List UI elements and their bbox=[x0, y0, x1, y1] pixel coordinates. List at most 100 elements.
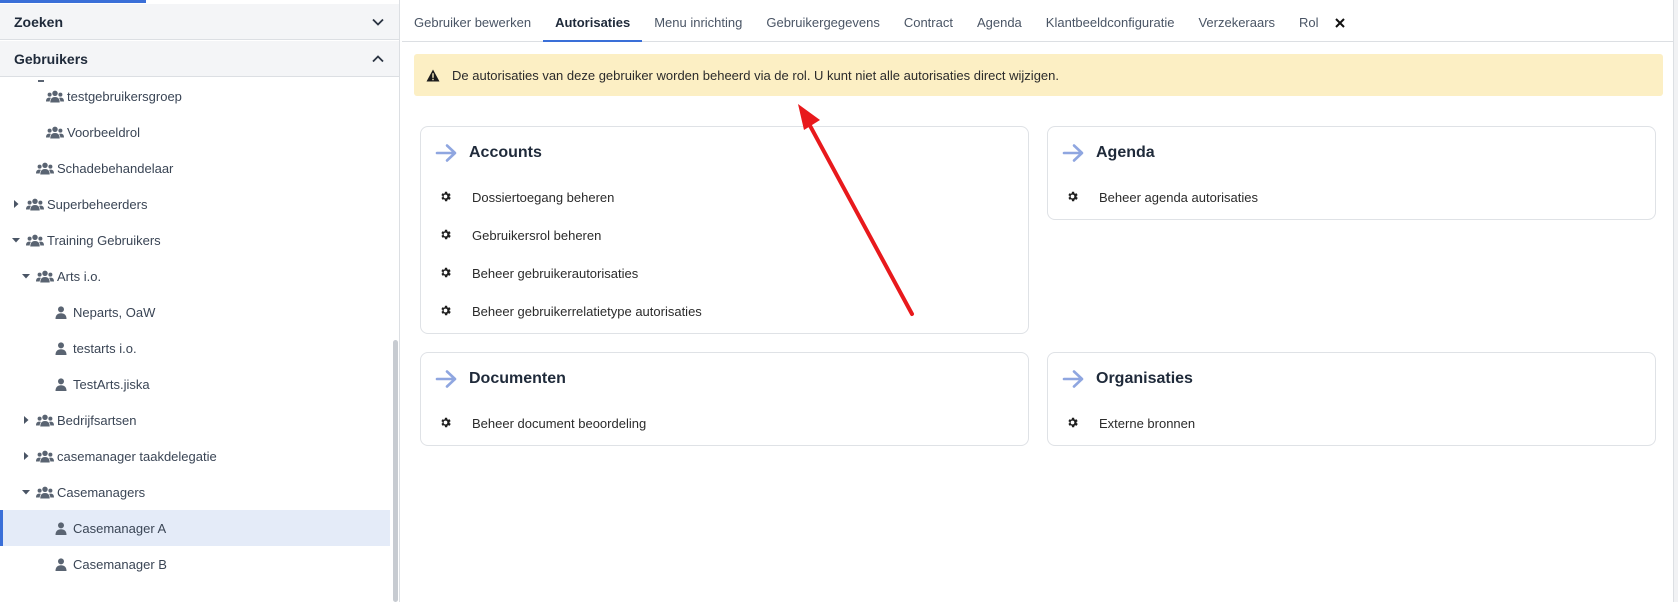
left-panel: Zoeken Gebruikers testgebruikersgroep Voo… bbox=[0, 0, 400, 602]
permission-label: Dossiertoegang beheren bbox=[472, 189, 615, 205]
user-icon bbox=[52, 305, 70, 319]
permission-externe-bronnen[interactable]: Externe bronnen bbox=[1066, 413, 1195, 433]
agenda-card-header[interactable]: Agenda bbox=[1062, 143, 1155, 163]
gear-icon bbox=[439, 304, 453, 318]
zoeken-section-label: Zoeken bbox=[14, 13, 64, 30]
gear-icon bbox=[439, 228, 453, 242]
tree-item-label: Neparts, OaW bbox=[73, 304, 156, 320]
chevron-up-icon bbox=[371, 52, 385, 66]
agenda-card: Agenda Beheer agenda autorisaties bbox=[1047, 126, 1656, 220]
caret-right-icon[interactable] bbox=[20, 414, 32, 426]
permission-beheer-agenda-autorisaties[interactable]: Beheer agenda autorisaties bbox=[1066, 187, 1258, 207]
tree-item-label: testgebruikersgroep bbox=[67, 88, 182, 104]
permission-label: Gebruikersrol beheren bbox=[472, 227, 602, 243]
tree-item-label: Casemanager B bbox=[73, 556, 167, 572]
permission-dossiertoegang-beheren[interactable]: Dossiertoegang beheren bbox=[439, 187, 614, 207]
user-icon bbox=[52, 341, 70, 355]
tree-item-training-gebruikers[interactable]: Training Gebruikers bbox=[0, 222, 390, 258]
tree-scrollbar-thumb[interactable] bbox=[393, 340, 398, 602]
user-icon bbox=[52, 377, 70, 391]
role-warning-banner: De autorisaties van deze gebruiker worde… bbox=[414, 54, 1663, 96]
arrow-right-icon bbox=[1062, 369, 1086, 389]
tab-label: Verzekeraars bbox=[1198, 15, 1276, 30]
annotation-arrow-head bbox=[798, 104, 820, 130]
caret-down-icon[interactable] bbox=[20, 270, 32, 282]
permission-beheer-gebruikerautorisaties[interactable]: Beheer gebruikerautorisaties bbox=[439, 263, 638, 283]
tree-item-schadebehandelaar[interactable]: Schadebehandelaar bbox=[0, 150, 390, 186]
tree-item-testarts-i-o[interactable]: testarts i.o. bbox=[0, 330, 390, 366]
permission-beheer-gebruikerrelatietype-autorisaties[interactable]: Beheer gebruikerrelatietype autorisaties bbox=[439, 301, 702, 321]
gebruikers-section-label: Gebruikers bbox=[14, 50, 88, 67]
tree-item-label: Arts i.o. bbox=[57, 268, 102, 284]
tree-item-arts-i-o[interactable]: Arts i.o. bbox=[0, 258, 390, 294]
permission-label: Beheer gebruikerautorisaties bbox=[472, 265, 639, 281]
tree-item-casemanagers[interactable]: Casemanagers bbox=[0, 474, 390, 510]
permission-label: Beheer document beoordeling bbox=[472, 415, 647, 431]
users-icon bbox=[46, 89, 64, 103]
tab-autorisaties[interactable]: Autorisaties bbox=[543, 4, 643, 42]
warning-text: De autorisaties van deze gebruiker worde… bbox=[452, 67, 1059, 83]
tree-item-casemanager-taakdelegatie[interactable]: casemanager taakdelegatie bbox=[0, 438, 390, 474]
tree-item-testgebruikersgroep[interactable]: testgebruikersgroep bbox=[0, 78, 390, 114]
tree-item-testarts-jiska[interactable]: TestArts.jiska bbox=[0, 366, 390, 402]
tab-contract[interactable]: Contract bbox=[892, 4, 965, 41]
permission-label: Externe bronnen bbox=[1099, 415, 1196, 431]
users-icon bbox=[46, 125, 64, 139]
arrow-right-icon bbox=[435, 143, 459, 163]
user-icon bbox=[52, 521, 70, 535]
users-icon bbox=[36, 269, 54, 283]
tab-label: Gebruiker bewerken bbox=[414, 15, 532, 30]
tree-item-label: Casemanagers bbox=[57, 484, 146, 500]
documenten-card-title: Documenten bbox=[469, 370, 566, 387]
tree-item-neparts-oaw[interactable]: Neparts, OaW bbox=[0, 294, 390, 330]
tab-label: Autorisaties bbox=[555, 15, 631, 30]
right-edge bbox=[1673, 0, 1678, 602]
tree-item-label: casemanager taakdelegatie bbox=[57, 448, 217, 464]
active-indicator bbox=[0, 0, 146, 3]
tree-item-bedrijfsartsen[interactable]: Bedrijfsartsen bbox=[0, 402, 390, 438]
users-icon bbox=[36, 161, 54, 175]
annotation-arrow-shaft bbox=[806, 120, 914, 316]
tree-item-casemanager-a[interactable]: Casemanager A bbox=[0, 510, 390, 546]
organisaties-card-title: Organisaties bbox=[1096, 370, 1193, 387]
annotation-arrow bbox=[798, 104, 914, 316]
caret-down-icon[interactable] bbox=[20, 486, 32, 498]
accounts-card: Accounts Dossiertoegang beheren Gebruikers… bbox=[420, 126, 1029, 334]
permission-label: Beheer gebruikerrelatietype autorisaties bbox=[472, 303, 702, 319]
caret-right-icon[interactable] bbox=[20, 450, 32, 462]
tree-item-casemanager-b[interactable]: Casemanager B bbox=[0, 546, 390, 582]
tab-label: Rol bbox=[1299, 15, 1319, 30]
documenten-card-header[interactable]: Documenten bbox=[435, 369, 566, 389]
tab-verzekeraars[interactable]: Verzekeraars bbox=[1186, 4, 1287, 41]
accounts-card-header[interactable]: Accounts bbox=[435, 143, 542, 163]
close-icon[interactable] bbox=[1331, 4, 1349, 41]
permission-label: Beheer agenda autorisaties bbox=[1099, 189, 1259, 205]
tab-gebruikergegevens[interactable]: Gebruikergegevens bbox=[754, 4, 891, 41]
tab-agenda[interactable]: Agenda bbox=[965, 4, 1034, 41]
tab-label: Menu inrichting bbox=[654, 15, 743, 30]
arrow-right-icon bbox=[1062, 143, 1086, 163]
arrow-right-icon bbox=[435, 369, 459, 389]
organisaties-card-header[interactable]: Organisaties bbox=[1062, 369, 1193, 389]
tab-label: Klantbeeldconfiguratie bbox=[1045, 15, 1175, 30]
tree-item-superbeheerders[interactable]: Superbeheerders bbox=[0, 186, 390, 222]
caret-right-icon[interactable] bbox=[10, 198, 22, 210]
tree-item-label: TestArts.jiska bbox=[73, 376, 150, 392]
tab-rol[interactable]: Rol bbox=[1287, 4, 1331, 41]
user-icon bbox=[52, 557, 70, 571]
tab-gebruiker-bewerken[interactable]: Gebruiker bewerken bbox=[402, 4, 543, 41]
tab-label: Contract bbox=[903, 15, 953, 30]
permission-gebruikersrol-beheren[interactable]: Gebruikersrol beheren bbox=[439, 225, 601, 245]
gear-icon bbox=[1066, 190, 1080, 204]
gear-icon bbox=[439, 190, 453, 204]
tree-item-voorbeeldrol[interactable]: Voorbeeldrol bbox=[0, 114, 390, 150]
tab-label: Gebruikergegevens bbox=[766, 15, 880, 30]
users-icon bbox=[36, 413, 54, 427]
tab-klantbeeldconfiguratie[interactable]: Klantbeeldconfiguratie bbox=[1034, 4, 1187, 41]
tab-menu-inrichting[interactable]: Menu inrichting bbox=[642, 4, 754, 41]
permission-beheer-document-beoordeling[interactable]: Beheer document beoordeling bbox=[439, 413, 646, 433]
caret-down-icon[interactable] bbox=[10, 234, 22, 246]
zoeken-section-header[interactable]: Zoeken bbox=[0, 4, 399, 40]
tree-item-label: Schadebehandelaar bbox=[57, 160, 174, 176]
gebruikers-section-header[interactable]: Gebruikers bbox=[0, 41, 399, 77]
